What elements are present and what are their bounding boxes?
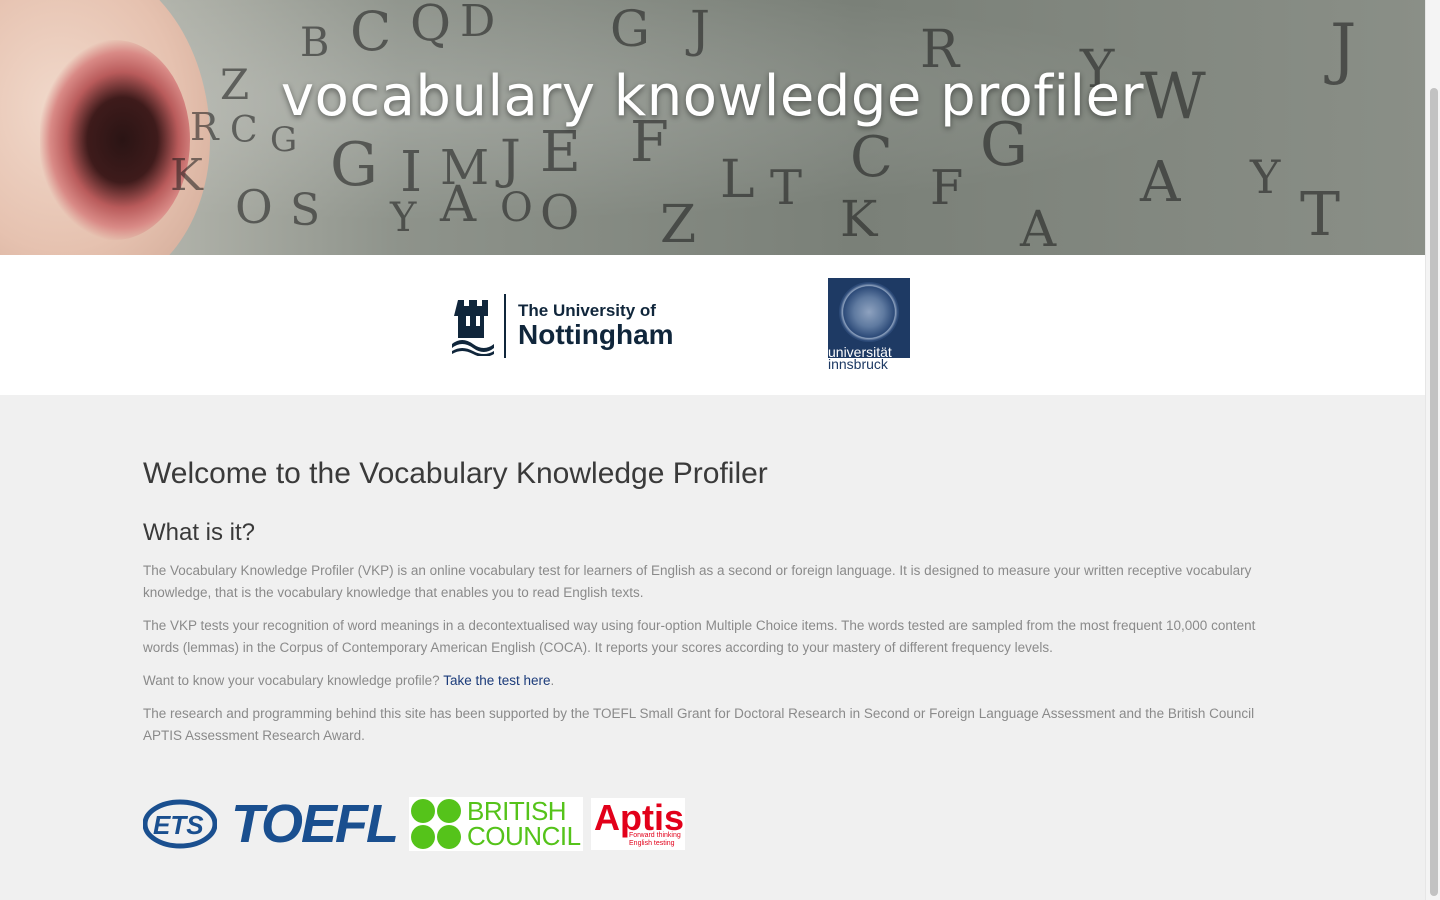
method-paragraph: The VKP tests your recognition of word m… bbox=[143, 618, 1256, 655]
castle-icon bbox=[452, 300, 494, 356]
nottingham-logo-line1: The University of bbox=[518, 301, 656, 320]
cta-suffix: . bbox=[550, 673, 555, 688]
university-seal-icon bbox=[839, 282, 899, 342]
aptis-tagline-line2: English testing bbox=[629, 840, 675, 847]
british-council-dots-icon bbox=[411, 799, 462, 849]
site-title: vocabulary knowledge profiler bbox=[280, 64, 1145, 129]
take-test-link[interactable]: Take the test here bbox=[443, 673, 550, 688]
page-scrollbar[interactable] bbox=[1425, 0, 1440, 900]
ets-logo: ETS bbox=[142, 797, 218, 851]
logo-divider bbox=[504, 294, 506, 358]
aptis-tagline-line1: Forward thinking bbox=[629, 832, 681, 839]
toefl-logo: TOEFL bbox=[231, 794, 399, 854]
aptis-logo: Aptis Forward thinking English testing bbox=[591, 798, 686, 850]
funding-paragraph: The research and programming behind this… bbox=[143, 706, 1255, 743]
british-council-logo: BRITISH COUNCIL bbox=[409, 797, 584, 851]
university-of-innsbruck-logo: universität innsbruck bbox=[828, 278, 910, 371]
british-council-line2: COUNCIL bbox=[467, 821, 581, 851]
cta-paragraph: Want to know your vocabulary knowledge p… bbox=[143, 670, 1273, 692]
main-content: Welcome to the Vocabulary Knowledge Prof… bbox=[143, 452, 1273, 758]
partner-logos-band: The University of Nottingham universität… bbox=[0, 255, 1425, 395]
hero-banner: B C Q D G J Z R C G G I M J E F K O S Y … bbox=[0, 0, 1425, 255]
university-of-nottingham-logo: The University of Nottingham bbox=[452, 293, 674, 359]
page-heading: Welcome to the Vocabulary Knowledge Prof… bbox=[143, 457, 768, 490]
section-heading: What is it? bbox=[143, 519, 256, 546]
ets-mark-icon: ETS bbox=[142, 799, 218, 849]
intro-paragraph: The Vocabulary Knowledge Profiler (VKP) … bbox=[143, 563, 1252, 600]
nottingham-logo-line2: Nottingham bbox=[518, 319, 674, 350]
innsbruck-logo-line2: innsbruck bbox=[828, 357, 910, 371]
ets-logo-text: ETS bbox=[153, 810, 204, 840]
scrollbar-thumb[interactable] bbox=[1430, 88, 1438, 896]
cta-prefix: Want to know your vocabulary knowledge p… bbox=[143, 673, 440, 688]
sponsor-logos: ETS TOEFL BRITISH COUNCIL Aptis Forward … bbox=[142, 794, 686, 854]
